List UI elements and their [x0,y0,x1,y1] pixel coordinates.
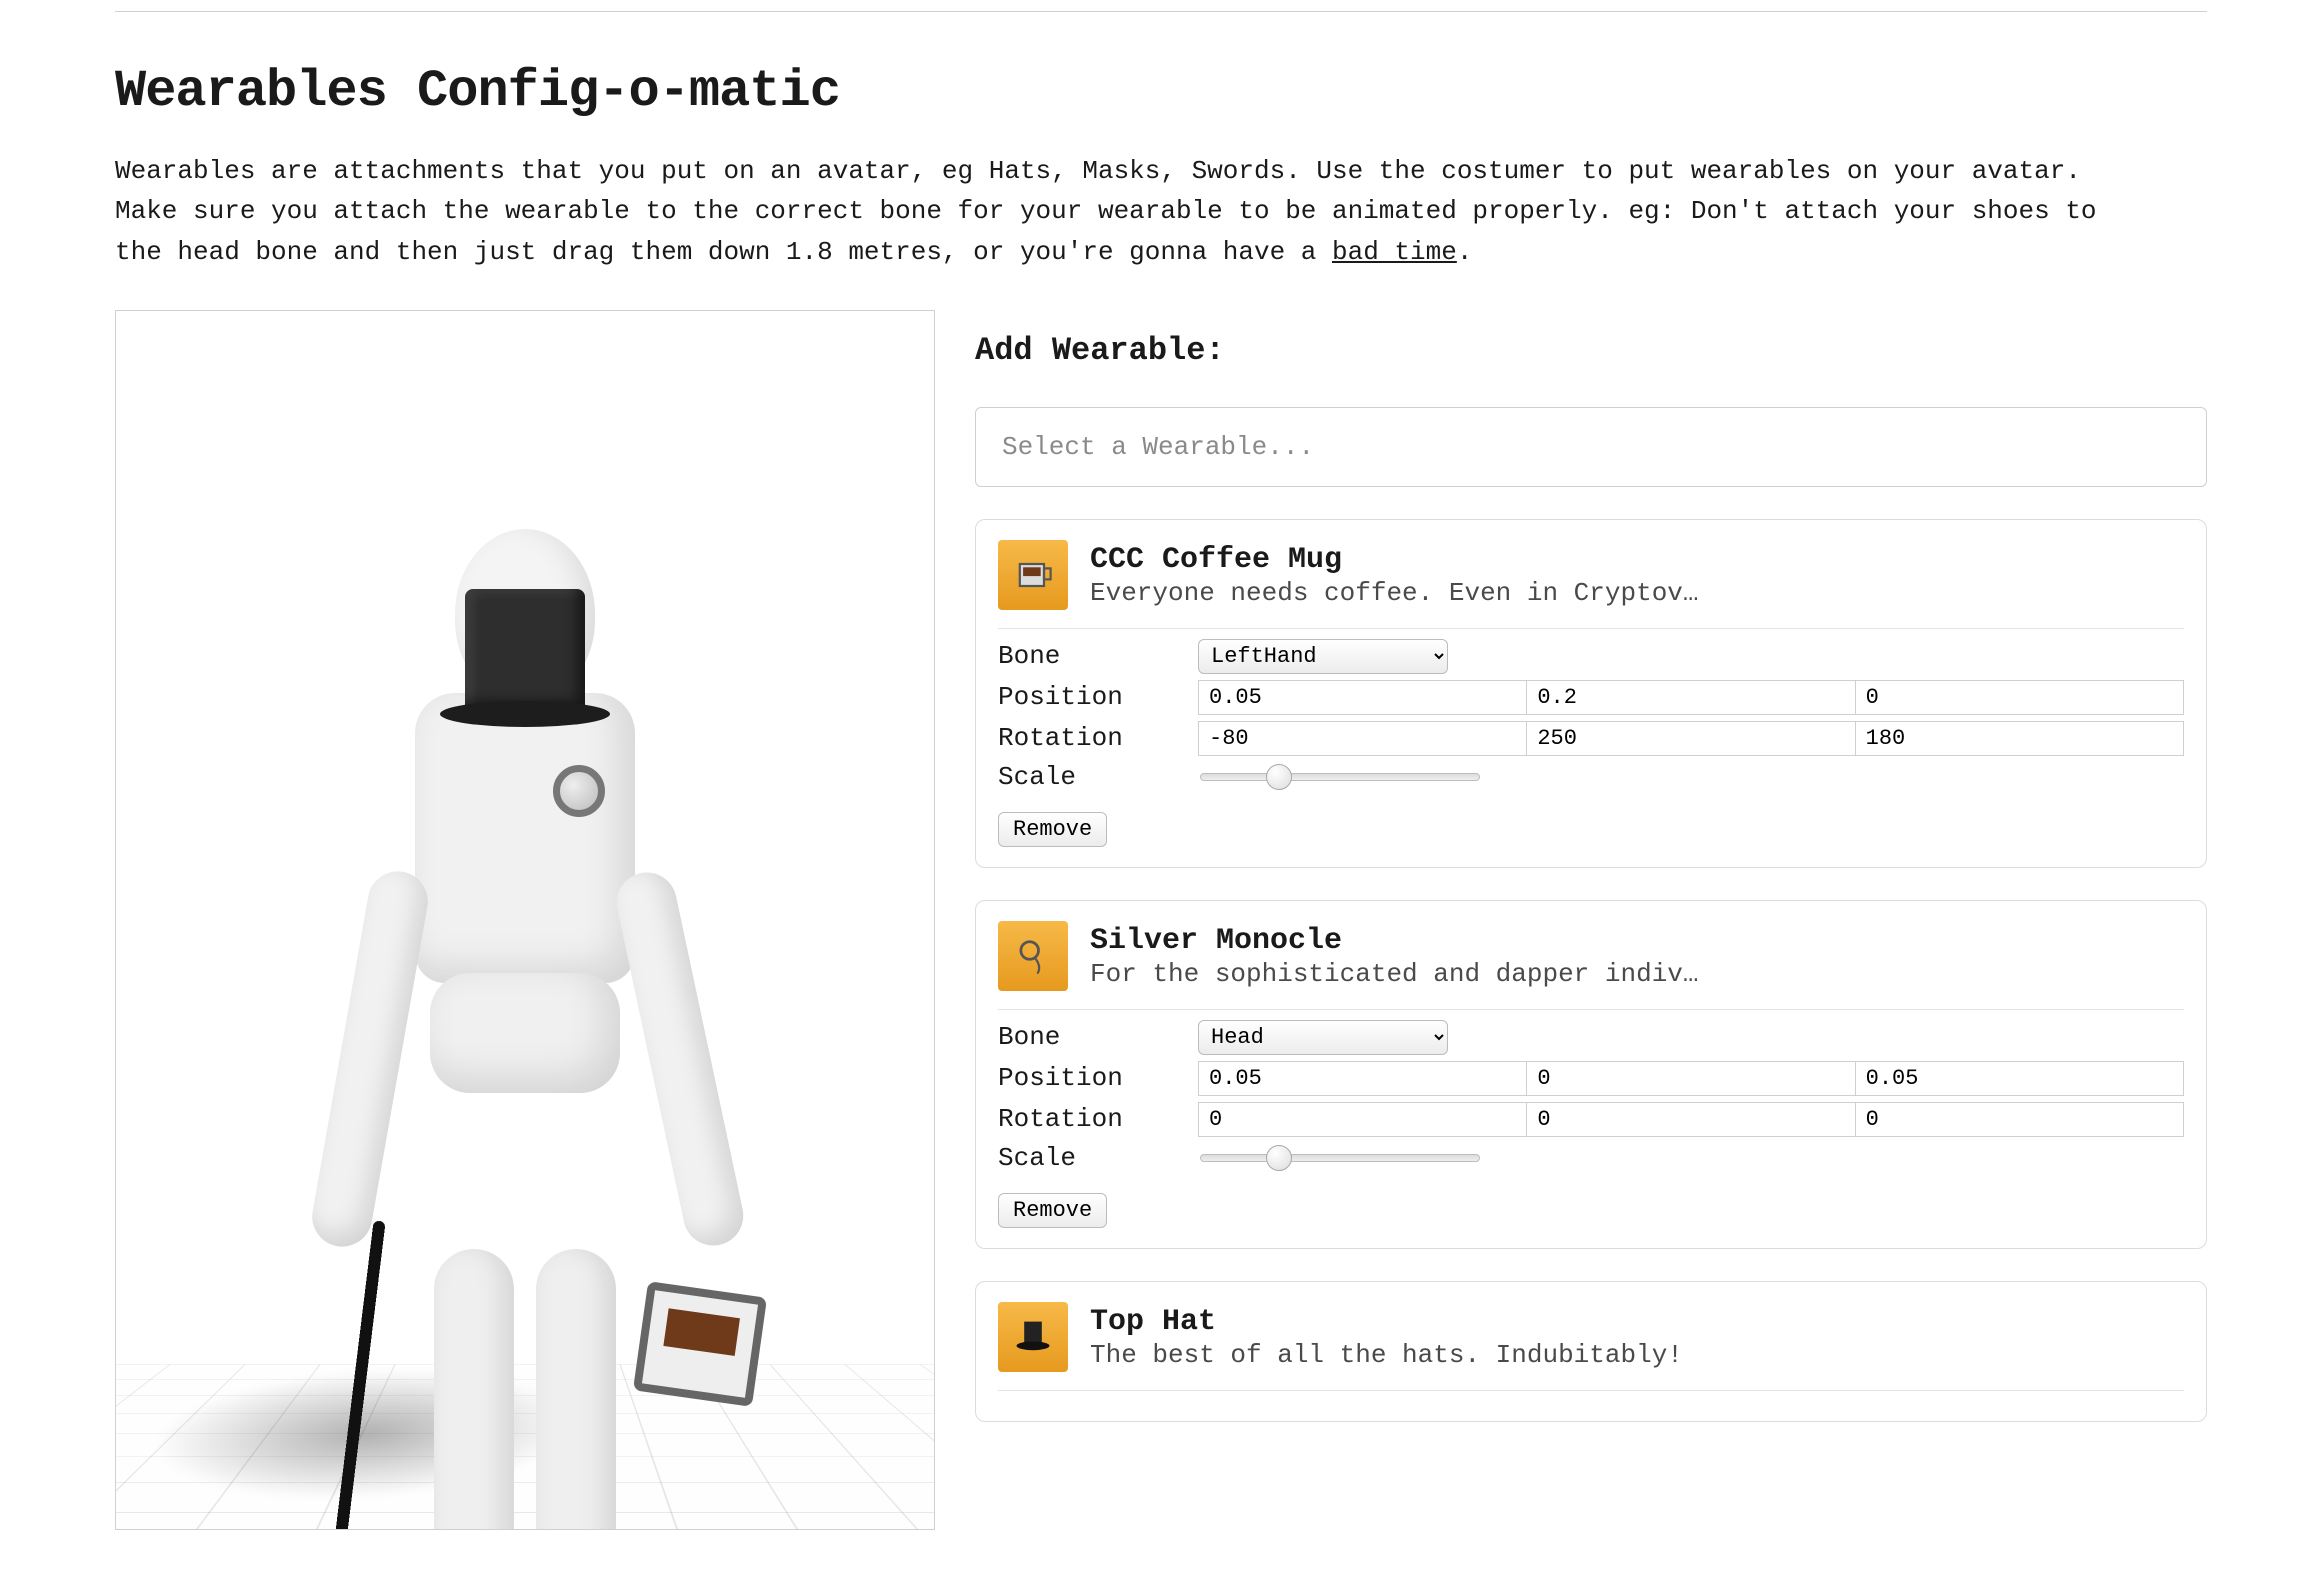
page-title: Wearables Config-o-matic [115,62,2207,121]
wearable-card: Silver MonocleFor the sophisticated and … [975,900,2207,1249]
intro-text-after: . [1457,237,1473,267]
avatar-preview[interactable] [115,310,935,1530]
wearable-name: Silver Monocle [1090,923,1699,959]
tab-bar: Wearables Config Upload [115,0,2207,12]
position-z[interactable] [1856,1061,2184,1096]
preview-mannequin [410,369,640,1093]
position-y[interactable] [1527,680,1855,715]
position-x[interactable] [1198,680,1527,715]
rotation-y[interactable] [1527,1102,1855,1137]
rotation-x[interactable] [1198,721,1527,756]
bone-label: Bone [998,1022,1198,1052]
rotation-x[interactable] [1198,1102,1527,1137]
rotation-z[interactable] [1856,1102,2184,1137]
wearable-card: CCC Coffee MugEveryone needs coffee. Eve… [975,519,2207,868]
wearable-name: CCC Coffee Mug [1090,542,1699,578]
rotation-label: Rotation [998,723,1198,753]
intro-text-before: Wearables are attachments that you put o… [115,156,2097,267]
wearable-desc: The best of all the hats. Indubitably! [1090,1340,1683,1370]
preview-top-hat [440,589,610,727]
scale-slider[interactable] [1200,773,1480,781]
rotation-z[interactable] [1856,721,2184,756]
bone-select[interactable]: LeftHandRightHandHeadHipsSpine [1198,639,1448,674]
position-label: Position [998,682,1198,712]
position-x[interactable] [1198,1061,1527,1096]
wearable-select[interactable]: Select a Wearable... [975,407,2207,487]
intro-text: Wearables are attachments that you put o… [115,151,2145,272]
config-panel: Add Wearable: Select a Wearable... CCC C… [975,310,2207,1454]
wearable-card: Top HatThe best of all the hats. Indubit… [975,1281,2207,1422]
preview-monocle [553,765,605,817]
position-y[interactable] [1527,1061,1855,1096]
wearable-name: Top Hat [1090,1304,1683,1340]
position-label: Position [998,1063,1198,1093]
preview-mug [633,1281,767,1407]
remove-button[interactable]: Remove [998,1193,1107,1228]
rotation-label: Rotation [998,1104,1198,1134]
rotation-y[interactable] [1527,721,1855,756]
remove-button[interactable]: Remove [998,812,1107,847]
bone-label: Bone [998,641,1198,671]
wearable-desc: Everyone needs coffee. Even in Cryptov… [1090,578,1699,608]
position-z[interactable] [1856,680,2184,715]
add-wearable-heading: Add Wearable: [975,332,2207,369]
bone-select[interactable]: LeftHandRightHandHeadHipsSpine [1198,1020,1448,1055]
scale-slider[interactable] [1200,1154,1480,1162]
wearable-thumb [998,1302,1068,1372]
wearable-thumb [998,540,1068,610]
wearable-desc: For the sophisticated and dapper indiv… [1090,959,1699,989]
scale-label: Scale [998,1143,1198,1173]
scale-label: Scale [998,762,1198,792]
wearable-thumb [998,921,1068,991]
bad-time-link[interactable]: bad time [1332,237,1457,267]
